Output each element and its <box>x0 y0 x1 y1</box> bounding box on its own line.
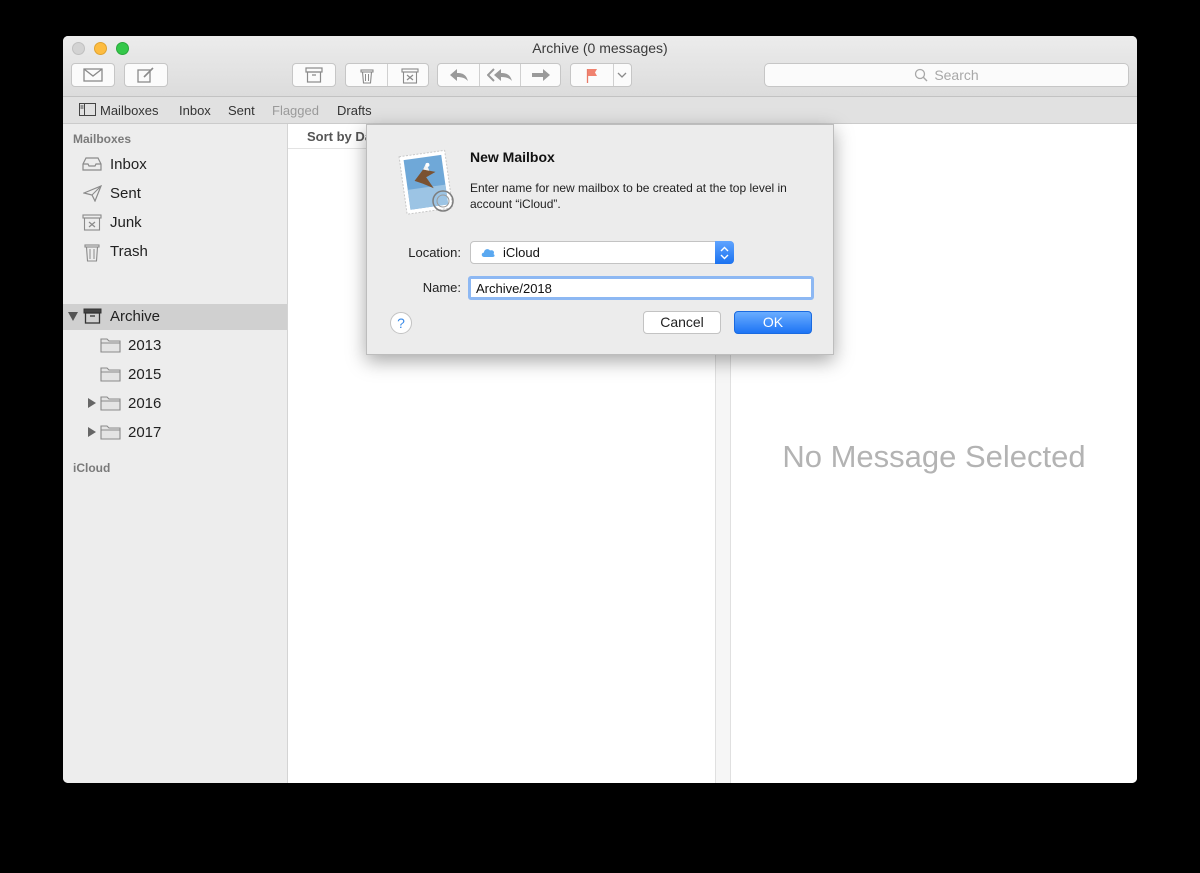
section-header-icloud[interactable]: iCloud <box>73 461 110 475</box>
trash-icon[interactable] <box>359 67 375 84</box>
favorites-mailboxes[interactable]: Mailboxes <box>100 103 159 118</box>
mail-stamp-icon <box>398 149 454 215</box>
sidebar-item-label: 2017 <box>128 424 162 441</box>
search-icon <box>915 68 928 82</box>
cancel-button[interactable]: Cancel <box>643 311 721 334</box>
help-button[interactable]: ? <box>390 312 412 334</box>
segment-divider <box>520 64 521 86</box>
folder-icon <box>100 367 121 382</box>
envelope-icon <box>83 68 103 82</box>
trash-icon <box>84 244 100 262</box>
favorite-drafts[interactable]: Drafts <box>337 103 372 118</box>
sidebar: Mailboxes Inbox Sent Junk Trash Archive … <box>63 124 288 783</box>
favorite-flagged[interactable]: Flagged <box>272 103 319 118</box>
search-placeholder: Search <box>934 67 979 83</box>
sidebar-item-2015[interactable]: 2015 <box>63 362 287 388</box>
sidebar-item-label: Archive <box>110 308 161 325</box>
location-value: iCloud <box>503 245 540 260</box>
compose-button[interactable] <box>124 63 168 87</box>
archive-button[interactable] <box>292 63 336 87</box>
sidebar-item-2017[interactable]: 2017 <box>63 420 287 446</box>
sidebar-item-trash[interactable]: Trash <box>63 239 287 265</box>
sidebar-item-label: 2016 <box>128 395 162 412</box>
new-mailbox-dialog: New Mailbox Enter name for new mailbox t… <box>366 124 834 355</box>
sidebar-item-label: Junk <box>110 214 142 231</box>
junk-icon <box>82 214 102 231</box>
archive-icon <box>305 67 323 83</box>
sidebar-item-label: Inbox <box>110 156 147 173</box>
sidebar-item-2013[interactable]: 2013 <box>63 333 287 359</box>
ok-button[interactable]: OK <box>734 311 812 334</box>
inbox-icon <box>82 157 102 171</box>
folder-icon <box>100 396 121 411</box>
sidebar-item-label: 2015 <box>128 366 162 383</box>
sidebar-item-label: 2013 <box>128 337 162 354</box>
compose-icon <box>137 67 154 83</box>
segment-divider <box>613 64 614 86</box>
chevron-down-icon[interactable] <box>617 72 627 79</box>
delete-junk-segment <box>345 63 429 87</box>
sidebar-toggle-icon[interactable] <box>79 103 96 116</box>
popup-arrows-icon <box>715 241 734 264</box>
disclosure-collapsed-icon[interactable] <box>88 398 96 408</box>
icloud-icon <box>481 249 495 257</box>
name-label: Name: <box>422 280 461 295</box>
flag-segment <box>570 63 632 87</box>
forward-icon[interactable] <box>531 68 551 82</box>
location-popup[interactable]: iCloud <box>470 241 734 264</box>
get-mail-button[interactable] <box>71 63 115 87</box>
folder-icon <box>100 425 121 440</box>
dialog-title: New Mailbox <box>470 149 555 165</box>
no-message-selected-text: No Message Selected <box>782 439 1086 474</box>
sidebar-item-label: Sent <box>110 185 141 202</box>
section-header-mailboxes: Mailboxes <box>73 132 132 146</box>
reply-icon[interactable] <box>449 68 469 82</box>
dialog-message: Enter name for new mailbox to be created… <box>470 181 787 211</box>
titlebar: Archive (0 messages) Search <box>63 36 1137 97</box>
paper-plane-icon <box>83 185 102 202</box>
disclosure-expanded-icon[interactable] <box>68 312 78 321</box>
sidebar-item-sent[interactable]: Sent <box>63 181 287 207</box>
archive-box-icon <box>83 308 102 324</box>
disclosure-collapsed-icon[interactable] <box>88 427 96 437</box>
folder-icon <box>100 338 121 353</box>
segment-divider <box>387 64 388 86</box>
favorite-sent[interactable]: Sent <box>228 103 255 118</box>
sidebar-item-junk[interactable]: Junk <box>63 210 287 236</box>
segment-divider <box>479 64 480 86</box>
reply-all-icon[interactable] <box>487 68 513 82</box>
sort-by-button[interactable]: Sort by Da <box>307 129 372 144</box>
sidebar-item-label: Trash <box>110 243 148 260</box>
location-label: Location: <box>408 245 461 260</box>
favorite-inbox[interactable]: Inbox <box>179 103 211 118</box>
flag-icon[interactable] <box>586 68 598 83</box>
reply-segment <box>437 63 561 87</box>
junk-icon[interactable] <box>401 67 419 84</box>
sidebar-item-2016[interactable]: 2016 <box>63 391 287 417</box>
search-field[interactable]: Search <box>764 63 1129 87</box>
sidebar-item-archive[interactable]: Archive <box>63 304 287 330</box>
mailbox-name-input[interactable]: Archive/2018 <box>468 276 814 300</box>
window-title: Archive (0 messages) <box>532 40 668 56</box>
favorites-bar: Mailboxes Inbox Sent Flagged Drafts <box>63 97 1137 124</box>
sidebar-item-inbox[interactable]: Inbox <box>63 152 287 178</box>
